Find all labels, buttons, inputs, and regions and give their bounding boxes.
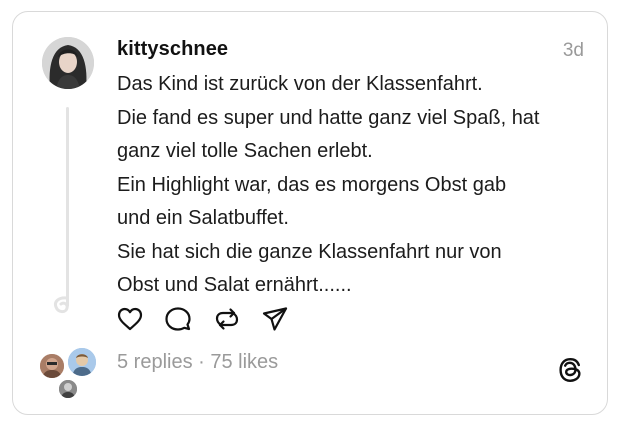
comment-icon[interactable]: [164, 305, 192, 333]
replier-avatar: [57, 378, 79, 400]
thread-line: [66, 107, 69, 307]
post-text-line: Die fand es super und hatte ganz viel Sp…: [117, 106, 540, 129]
replier-avatar: [38, 352, 66, 380]
author-username[interactable]: kittyschnee: [117, 38, 228, 61]
post-stats[interactable]: 5 replies · 75 likes: [117, 351, 278, 374]
post-timestamp: 3d: [562, 40, 584, 61]
share-icon[interactable]: [261, 305, 289, 333]
repost-icon[interactable]: [213, 305, 241, 333]
threads-logo[interactable]: [556, 356, 584, 384]
thread-loop: [54, 296, 69, 314]
post-text-line: und ein Salatbuffet.: [117, 207, 289, 229]
replier-avatar: [66, 346, 98, 378]
post-text-line: ganz viel tolle Sachen erlebt.: [117, 140, 373, 162]
post-text-line: Sie hat sich die ganze Klassenfahrt nur …: [117, 240, 502, 263]
replier-avatars[interactable]: [38, 346, 100, 400]
post-text-line: Ein Highlight war, das es morgens Obst g…: [117, 173, 507, 196]
post-text: Das Kind ist zurück von der Klassenfahrt…: [117, 68, 592, 303]
post-text-line: Das Kind ist zurück von der Klassenfahrt…: [117, 73, 483, 95]
author-avatar[interactable]: [42, 37, 94, 89]
heart-icon[interactable]: [116, 305, 144, 333]
post-text-line: Obst und Salat ernährt......: [117, 274, 352, 296]
